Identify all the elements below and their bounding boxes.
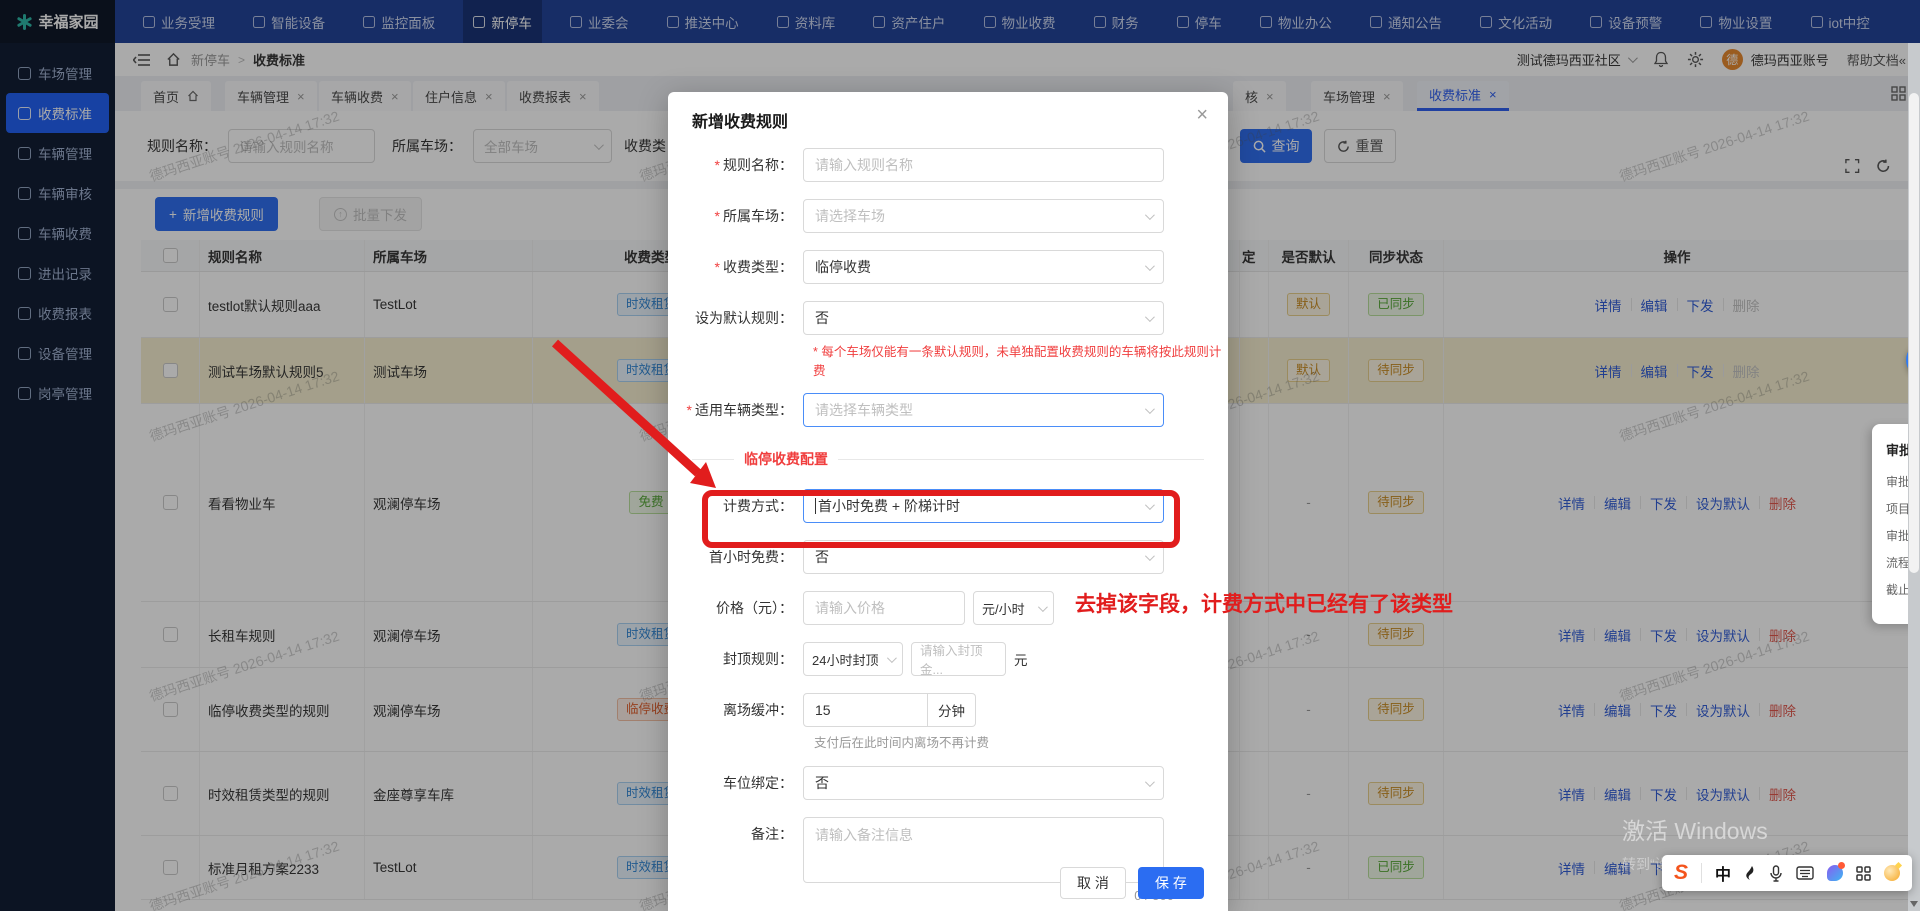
field-first-hour-free: 首小时免费： 否	[668, 540, 1228, 574]
text-caret	[815, 498, 816, 514]
scrollbar-thumb[interactable]	[1909, 93, 1919, 573]
field-default-rule: 设为默认规则： 否	[668, 301, 1228, 335]
field-leave-buffer: 离场缓冲： 15 分钟	[668, 693, 1228, 727]
keyboard-icon[interactable]	[1796, 866, 1814, 880]
ime-emoji-icon[interactable]	[1884, 865, 1900, 881]
page-scrollbar[interactable]	[1908, 43, 1920, 911]
chevron-down-icon	[887, 653, 897, 663]
microphone-icon[interactable]	[1769, 865, 1783, 882]
field-lot: *所属车场： 请选择车场	[668, 199, 1228, 233]
temp-parking-section-divider: 临停收费配置	[668, 449, 1204, 469]
chevron-down-icon	[1145, 777, 1155, 787]
app-root: { "icons": { "plus": "+", "upload_arrow"…	[0, 0, 1920, 911]
default-rule-note: * 每个车场仅能有一条默认规则，未单独配置收费规则的车辆将按此规则计费	[813, 341, 1228, 379]
field-vehicle-type: *适用车辆类型： 请选择车辆类型	[668, 393, 1228, 427]
field-cap-rule: 封顶规则： 24小时封顶 请输入封顶金... 元	[668, 642, 1228, 676]
price-input[interactable]: 请输入价格	[803, 591, 965, 625]
chevron-down-icon	[1038, 602, 1048, 612]
field-charge-type: *收费类型： 临停收费	[668, 250, 1228, 284]
buffer-unit-label: 分钟	[928, 693, 976, 727]
add-rule-modal: 新增收费规则 × *规则名称： 请输入规则名称 *所属车场： 请选择车场 *收费…	[668, 92, 1228, 911]
ime-skin-icon[interactable]	[1827, 865, 1843, 881]
field-billing-method: 计费方式： 首小时免费 + 阶梯计时	[668, 489, 1228, 523]
billing-method-select[interactable]: 首小时免费 + 阶梯计时	[803, 489, 1164, 523]
space-binding-select[interactable]: 否	[803, 766, 1164, 800]
price-unit-select[interactable]: 元/小时	[973, 591, 1054, 625]
vehicle-type-select[interactable]: 请选择车辆类型	[803, 393, 1164, 427]
charge-type-select[interactable]: 临停收费	[803, 250, 1164, 284]
section-title: 临停收费配置	[744, 449, 828, 469]
chevron-down-icon	[1145, 404, 1155, 414]
close-icon[interactable]: ×	[1196, 104, 1208, 127]
ime-toolbar: S 中	[1662, 855, 1912, 891]
field-rule-name: *规则名称： 请输入规则名称	[668, 148, 1228, 182]
lot-select[interactable]: 请选择车场	[803, 199, 1164, 233]
chevron-down-icon	[1145, 261, 1155, 271]
cap-amount-input[interactable]: 请输入封顶金...	[911, 642, 1006, 676]
chevron-down-icon	[1145, 500, 1155, 510]
chevron-down-icon	[1145, 312, 1155, 322]
chevron-down-icon	[1145, 210, 1155, 220]
sogou-logo-icon[interactable]: S	[1674, 861, 1688, 885]
annotation-note: 去掉该字段，计费方式中已经有了该类型	[1075, 588, 1453, 618]
ime-mode-chinese[interactable]: 中	[1715, 861, 1731, 885]
rule-name-field[interactable]: 请输入规则名称	[803, 148, 1164, 182]
cap-rule-select[interactable]: 24小时封顶	[803, 642, 903, 676]
default-rule-select[interactable]: 否	[803, 301, 1164, 335]
ink-pen-icon[interactable]	[1744, 865, 1756, 881]
ime-toolbox-icon[interactable]	[1856, 866, 1871, 881]
cancel-button[interactable]: 取 消	[1060, 867, 1126, 899]
scroll-down-arrow-icon[interactable]	[1910, 901, 1918, 907]
save-button[interactable]: 保 存	[1138, 867, 1204, 899]
first-hour-free-select[interactable]: 否	[803, 540, 1164, 574]
cap-unit-label: 元	[1014, 649, 1028, 669]
modal-title: 新增收费规则	[668, 108, 1228, 132]
chevron-down-icon	[1145, 551, 1155, 561]
field-space-binding: 车位绑定： 否	[668, 766, 1228, 800]
buffer-note: 支付后在此时间内离场不再计费	[814, 732, 1228, 751]
buffer-input[interactable]: 15	[803, 693, 928, 727]
